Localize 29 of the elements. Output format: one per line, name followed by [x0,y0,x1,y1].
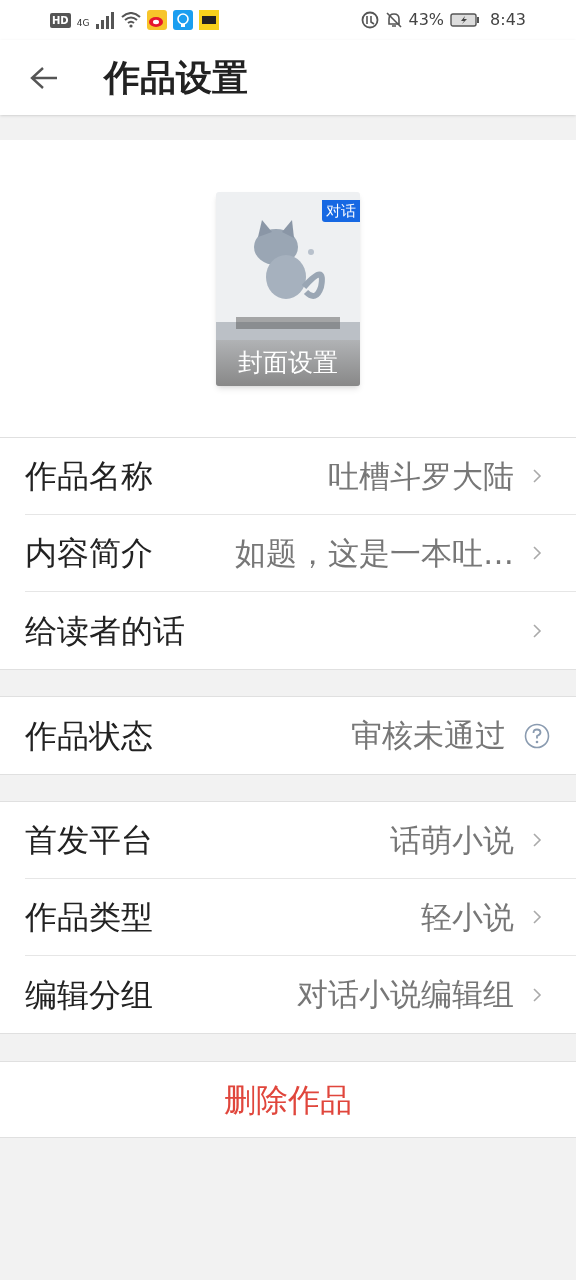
chevron-right-icon [532,986,542,1003]
weibo-icon [147,10,168,30]
wifi-icon [121,12,142,28]
network-label: 4G [76,17,90,31]
battery-percent: 43% [408,9,445,31]
page-title: 作品设置 [104,55,248,100]
settings-row[interactable]: 内容简介 如题，这是一本吐… [25,515,576,592]
signal-icon [95,11,116,29]
chevron-right-icon [532,832,542,848]
hd-label: HD [50,12,71,28]
tag-badge: 对话 [322,199,360,222]
battery-icon [450,12,481,28]
lightbulb-icon [173,10,194,30]
chevron-right-icon [532,909,542,925]
settings-row[interactable]: 作品类型 轻小说 [25,879,576,956]
help-icon [524,722,550,749]
data-saver-icon [360,11,379,29]
chevron-right-icon [532,622,542,639]
chevron-right-icon [532,545,542,561]
clock: 8:43 [490,9,526,31]
settings-row[interactable]: 给读者的话 [25,592,576,669]
back-arrow-icon [30,65,58,90]
app-icon [199,10,220,30]
muted-bell-icon [384,11,403,29]
delete-button[interactable]: 删除作品 [0,1061,576,1138]
settings-row[interactable]: 首发平台 话萌小说 [25,802,576,879]
chevron-right-icon [532,468,542,484]
settings-row[interactable]: 作品名称 吐槽斗罗大陆 [25,438,576,515]
settings-row[interactable]: 编辑分组 对话小说编辑组 [25,956,576,1033]
